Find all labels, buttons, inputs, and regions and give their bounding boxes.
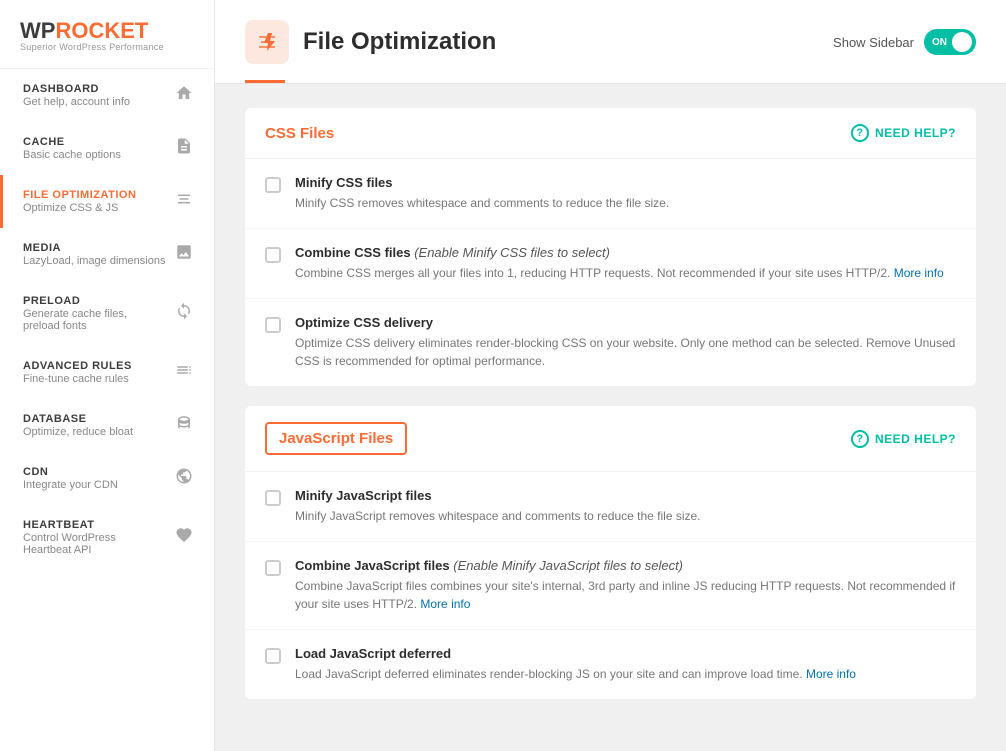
css-need-help-label: NEED HELP? (875, 126, 956, 140)
sidebar-item-preload[interactable]: PRELOAD Generate cache files, preload fo… (0, 281, 214, 346)
sidebar-nav: DASHBOARD Get help, account info CACHE B… (0, 69, 214, 751)
sidebar-item-file-optimization[interactable]: FILE OPTIMIZATION Optimize CSS & JS (0, 175, 214, 228)
nav-icon-cdn (174, 467, 194, 490)
header-underline (245, 80, 285, 83)
nav-icon-heartbeat (174, 526, 194, 549)
nav-icon-database (174, 414, 194, 437)
combine-css-more-link[interactable]: More info (894, 266, 944, 280)
minify-js-title: Minify JavaScript files (295, 488, 956, 503)
combine-js-content: Combine JavaScript files (Enable Minify … (295, 558, 956, 613)
js-section-title: JavaScript Files (265, 422, 407, 455)
minify-js-content: Minify JavaScript files Minify JavaScrip… (295, 488, 956, 525)
load-js-deferred-option: Load JavaScript deferred Load JavaScript… (245, 630, 976, 699)
logo: WPROCKET Superior WordPress Performance (0, 0, 214, 69)
optimize-css-delivery-title: Optimize CSS delivery (295, 315, 956, 330)
combine-css-desc: Combine CSS merges all your files into 1… (295, 264, 956, 282)
minify-css-checkbox[interactable] (265, 177, 281, 193)
combine-js-more-link[interactable]: More info (420, 597, 470, 611)
js-need-help-label: NEED HELP? (875, 432, 956, 446)
combine-css-title: Combine CSS files (Enable Minify CSS fil… (295, 245, 956, 260)
page-header-icon (245, 20, 289, 64)
combine-js-desc: Combine JavaScript files combines your s… (295, 577, 956, 613)
combine-js-option: Combine JavaScript files (Enable Minify … (245, 542, 976, 630)
toggle-switch[interactable]: ON (924, 29, 976, 55)
main-content: File Optimization Show Sidebar ON CSS Fi… (215, 0, 1006, 751)
sidebar-item-advanced-rules[interactable]: ADVANCED RULES Fine-tune cache rules (0, 346, 214, 399)
sidebar-item-cache[interactable]: CACHE Basic cache options (0, 122, 214, 175)
load-js-deferred-title: Load JavaScript deferred (295, 646, 956, 661)
sidebar-toggle-label: Show Sidebar (833, 35, 914, 50)
js-section-header: JavaScript Files ? NEED HELP? (245, 406, 976, 472)
sidebar-item-media[interactable]: MEDIA LazyLoad, image dimensions (0, 228, 214, 281)
combine-js-checkbox[interactable] (265, 560, 281, 576)
sidebar-toggle[interactable]: Show Sidebar ON (833, 29, 976, 55)
toggle-on-label: ON (932, 37, 947, 48)
logo-wp: WP (20, 18, 55, 43)
minify-css-option: Minify CSS files Minify CSS removes whit… (245, 159, 976, 229)
combine-css-option: Combine CSS files (Enable Minify CSS fil… (245, 229, 976, 299)
combine-js-title: Combine JavaScript files (Enable Minify … (295, 558, 956, 573)
load-js-deferred-checkbox[interactable] (265, 648, 281, 664)
page-title: File Optimization (303, 28, 496, 56)
combine-js-italic: (Enable Minify JavaScript files to selec… (453, 558, 683, 573)
optimize-css-delivery-checkbox[interactable] (265, 317, 281, 333)
css-need-help[interactable]: ? NEED HELP? (851, 124, 956, 142)
minify-js-option: Minify JavaScript files Minify JavaScrip… (245, 472, 976, 542)
js-section: JavaScript Files ? NEED HELP? Minify Jav… (245, 406, 976, 699)
minify-js-desc: Minify JavaScript removes whitespace and… (295, 507, 956, 525)
sidebar-item-database[interactable]: DATABASE Optimize, reduce bloat (0, 399, 214, 452)
nav-icon-media (174, 243, 194, 266)
optimize-css-delivery-option: Optimize CSS delivery Optimize CSS deliv… (245, 299, 976, 386)
load-js-deferred-content: Load JavaScript deferred Load JavaScript… (295, 646, 956, 683)
minify-css-content: Minify CSS files Minify CSS removes whit… (295, 175, 956, 212)
minify-css-title: Minify CSS files (295, 175, 956, 190)
sidebar-item-dashboard[interactable]: DASHBOARD Get help, account info (0, 69, 214, 122)
sidebar-item-heartbeat[interactable]: HEARTBEAT Control WordPress Heartbeat AP… (0, 505, 214, 570)
nav-icon-file-optimization (174, 190, 194, 213)
minify-js-checkbox[interactable] (265, 490, 281, 506)
js-need-help-icon: ? (851, 430, 869, 448)
combine-css-content: Combine CSS files (Enable Minify CSS fil… (295, 245, 956, 282)
content-area: CSS Files ? NEED HELP? Minify CSS files … (215, 84, 1006, 751)
optimize-css-delivery-content: Optimize CSS delivery Optimize CSS deliv… (295, 315, 956, 370)
js-need-help[interactable]: ? NEED HELP? (851, 430, 956, 448)
sidebar: WPROCKET Superior WordPress Performance … (0, 0, 215, 751)
nav-icon-cache (174, 137, 194, 160)
combine-css-checkbox[interactable] (265, 247, 281, 263)
css-section-header: CSS Files ? NEED HELP? (245, 108, 976, 159)
minify-css-desc: Minify CSS removes whitespace and commen… (295, 194, 956, 212)
nav-icon-dashboard (174, 84, 194, 107)
optimize-css-delivery-desc: Optimize CSS delivery eliminates render-… (295, 334, 956, 370)
toggle-knob (952, 32, 972, 52)
sidebar-item-cdn[interactable]: CDN Integrate your CDN (0, 452, 214, 505)
need-help-icon: ? (851, 124, 869, 142)
load-js-deferred-desc: Load JavaScript deferred eliminates rend… (295, 665, 956, 683)
logo-rocket: ROCKET (55, 18, 148, 43)
logo-sub: Superior WordPress Performance (20, 42, 194, 52)
css-section: CSS Files ? NEED HELP? Minify CSS files … (245, 108, 976, 386)
page-header: File Optimization Show Sidebar ON (215, 0, 1006, 84)
nav-icon-advanced-rules (174, 361, 194, 384)
load-js-deferred-more-link[interactable]: More info (806, 667, 856, 681)
combine-css-italic: (Enable Minify CSS files to select) (414, 245, 610, 260)
nav-icon-preload (174, 302, 194, 325)
css-section-title: CSS Files (265, 125, 334, 142)
